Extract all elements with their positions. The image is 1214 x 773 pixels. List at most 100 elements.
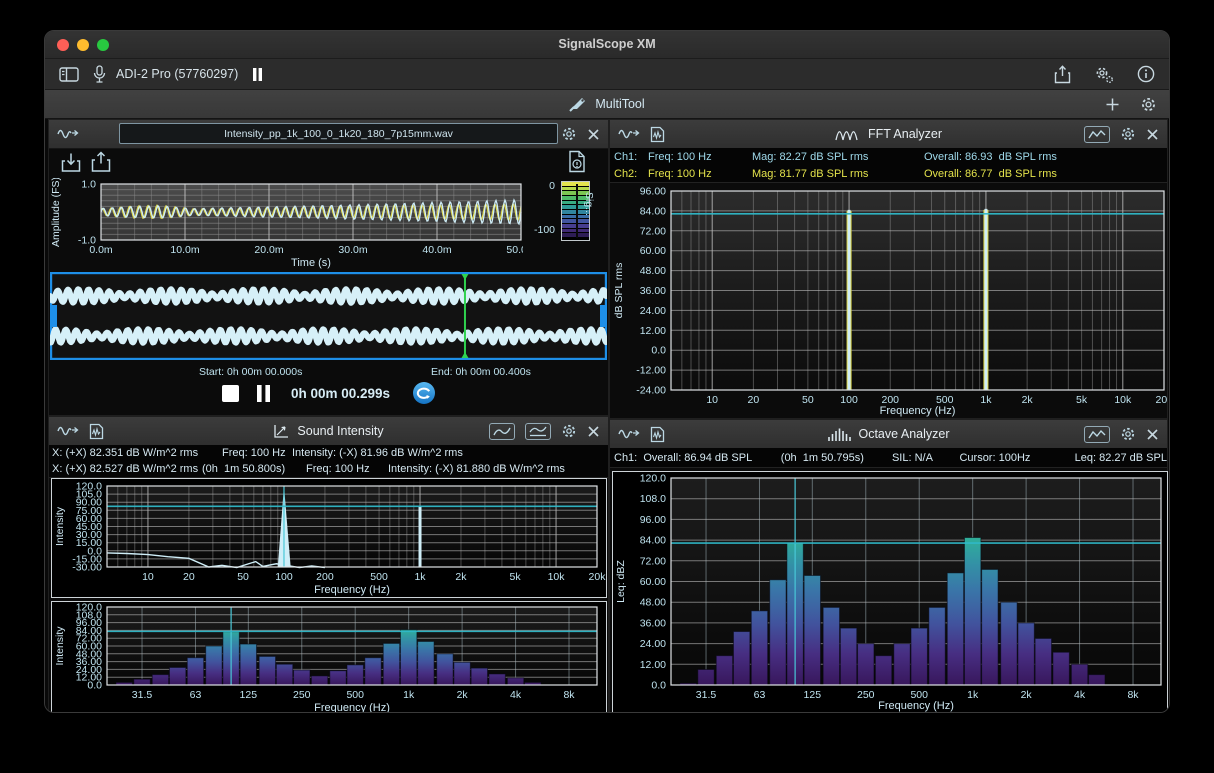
svg-text:20.0m: 20.0m	[254, 244, 283, 256]
pause-button[interactable]	[256, 384, 271, 403]
svg-text:48.00: 48.00	[640, 597, 666, 609]
si-spectrum-box: 120.0105.090.0075.0060.0045.0030.0015.00…	[51, 478, 607, 598]
multitool-bar: MultiTool	[45, 90, 1169, 119]
svg-text:Frequency (Hz): Frequency (Hz)	[314, 584, 390, 596]
selection-end-label: End: 0h 00m 00.400s	[431, 366, 531, 378]
layout-settings-icon[interactable]	[1140, 96, 1157, 113]
svg-text:5k: 5k	[510, 571, 522, 583]
si-bars-view-icon[interactable]	[525, 423, 551, 440]
player-panel: ▶PLAY Player Intensity_pp_1k_100_0_1k20	[48, 119, 609, 416]
svg-text:2k: 2k	[1022, 394, 1034, 406]
octave-header[interactable]: Octave Analyzer	[610, 420, 1167, 449]
fft-title: FFT Analyzer	[868, 127, 942, 141]
si-spectrum-chart[interactable]: 120.0105.090.0075.0060.0045.0030.0015.00…	[52, 479, 606, 597]
share-icon[interactable]	[1054, 65, 1071, 84]
octave-chart-toggle-icon[interactable]	[1084, 426, 1110, 443]
fft-chart-toggle-icon[interactable]	[1084, 126, 1110, 143]
svg-text:0.0: 0.0	[87, 680, 102, 692]
svg-text:20: 20	[748, 394, 760, 406]
svg-text:2k: 2k	[455, 571, 467, 583]
svg-text:40.0m: 40.0m	[422, 244, 451, 256]
svg-text:125: 125	[240, 689, 258, 701]
player-close-icon[interactable]	[587, 128, 600, 141]
fft-readout-ch1: Ch1: Freq: 100 Hz Mag: 82.27 dB SPL rms …	[610, 148, 1167, 165]
svg-text:Intensity: Intensity	[54, 506, 66, 546]
svg-text:-30.00: -30.00	[72, 562, 102, 574]
octave-analyzer-panel: Octave Analyzer Ch1: Overall: 86.94 dB S…	[609, 419, 1168, 713]
svg-text:48.00: 48.00	[640, 265, 666, 277]
octave-settings-icon[interactable]	[1120, 426, 1136, 442]
octave-readout: Ch1: Overall: 86.94 dB SPL (0h 1m 50.795…	[610, 448, 1167, 468]
svg-text:100: 100	[840, 394, 858, 406]
octave-chart-box: 120.0108.096.0084.0072.0060.0048.0036.00…	[612, 471, 1168, 713]
info-icon[interactable]	[1137, 65, 1155, 83]
fft-close-icon[interactable]	[1146, 128, 1159, 141]
svg-text:1k: 1k	[414, 571, 426, 583]
svg-text:Leq: dBZ: Leq: dBZ	[615, 560, 627, 603]
fft-spectrum-chart[interactable]: 96.0084.0072.0060.0048.0036.0024.0012.00…	[611, 184, 1167, 418]
fft-analyzer-panel: FFT Analyzer Ch1: Freq: 100 Hz Mag: 82.2…	[609, 119, 1168, 419]
svg-text:10k: 10k	[1114, 394, 1132, 406]
svg-text:10: 10	[706, 394, 718, 406]
loop-button[interactable]	[411, 380, 437, 406]
transport-controls: 0h 00m 00.299s	[49, 380, 608, 406]
svg-text:Frequency (Hz): Frequency (Hz)	[314, 702, 390, 713]
svg-text:2k: 2k	[457, 689, 469, 701]
svg-text:60.00: 60.00	[640, 576, 666, 588]
svg-text:96.00: 96.00	[640, 514, 666, 526]
svg-text:72.00: 72.00	[640, 555, 666, 567]
app-window: SignalScope XM ADI-2 Pro (57760297)	[44, 30, 1170, 713]
svg-text:12.00: 12.00	[640, 325, 666, 337]
svg-text:36.00: 36.00	[640, 285, 666, 297]
colorbar-top-label: 0	[527, 180, 555, 192]
si-spectrum-view-icon[interactable]	[489, 423, 515, 440]
tool-settings-icon[interactable]	[1093, 65, 1115, 84]
player-waveform-chart[interactable]: 1.0-1.00.0m10.0m20.0m30.0m40.0m50.0mTime…	[49, 178, 523, 270]
player-settings-icon[interactable]	[561, 126, 577, 142]
add-tool-icon[interactable]	[1105, 97, 1120, 112]
si-settings-icon[interactable]	[561, 423, 577, 439]
svg-text:500: 500	[346, 689, 364, 701]
svg-text:4k: 4k	[1074, 689, 1086, 701]
svg-text:200: 200	[316, 571, 334, 583]
svg-text:20: 20	[183, 571, 195, 583]
svg-text:96.00: 96.00	[640, 186, 666, 198]
svg-text:30.0m: 30.0m	[338, 244, 367, 256]
playback-time: 0h 00m 00.299s	[287, 386, 395, 401]
fft-header[interactable]: FFT Analyzer	[610, 120, 1167, 149]
svg-text:4k: 4k	[510, 689, 522, 701]
file-info-icon[interactable]	[568, 150, 586, 173]
loaded-file-name[interactable]: Intensity_pp_1k_100_0_1k20_180_7p15mm.wa…	[119, 123, 558, 144]
sidebar-toggle-icon[interactable]	[59, 67, 79, 82]
waveform-overview-selection[interactable]	[50, 272, 607, 360]
si-header[interactable]: Sound Intensity	[49, 417, 608, 446]
svg-text:0.0: 0.0	[651, 345, 666, 357]
octave-title: Octave Analyzer	[858, 427, 949, 441]
svg-text:24.00: 24.00	[640, 305, 666, 317]
svg-text:50: 50	[237, 571, 249, 583]
window-title: SignalScope XM	[45, 37, 1169, 51]
octave-close-icon[interactable]	[1146, 428, 1159, 441]
si-third-octave-chart[interactable]: 120.0108.096.0084.0072.0060.0048.0036.00…	[52, 602, 606, 713]
colorbar-bottom-label: -100	[519, 224, 555, 236]
octave-leq-chart[interactable]: 120.0108.096.0084.0072.0060.0048.0036.00…	[613, 472, 1167, 713]
import-file-icon[interactable]	[61, 152, 81, 173]
device-name[interactable]: ADI-2 Pro (57760297)	[116, 67, 238, 81]
export-file-icon[interactable]	[91, 151, 111, 173]
svg-text:31.5: 31.5	[696, 689, 717, 701]
multitool-label[interactable]: MultiTool	[595, 97, 644, 111]
svg-text:8k: 8k	[1127, 689, 1139, 701]
svg-text:60.00: 60.00	[640, 245, 666, 257]
intensity-axis-icon	[273, 423, 290, 439]
main-toolbar: ADI-2 Pro (57760297)	[45, 59, 1169, 90]
svg-text:10: 10	[142, 571, 154, 583]
si-close-icon[interactable]	[587, 425, 600, 438]
colorbar-axis-label: Sig...	[583, 192, 595, 216]
svg-text:0.0: 0.0	[651, 680, 666, 692]
input-device-icon[interactable]	[93, 65, 106, 84]
pause-io-icon[interactable]	[252, 68, 263, 81]
multitool-icon	[569, 96, 587, 112]
svg-text:5k: 5k	[1076, 394, 1088, 406]
fft-settings-icon[interactable]	[1120, 126, 1136, 142]
stop-button[interactable]	[221, 384, 240, 403]
